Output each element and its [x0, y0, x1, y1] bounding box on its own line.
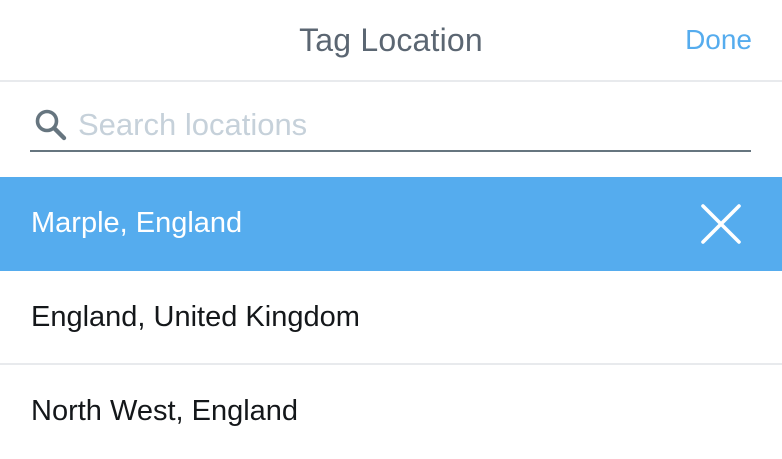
done-button[interactable]: Done: [685, 24, 752, 56]
location-label: England, United Kingdom: [31, 301, 360, 333]
location-label: North West, England: [31, 395, 299, 427]
search-bar: [30, 100, 751, 152]
search-icon: [34, 108, 68, 142]
close-icon[interactable]: [700, 203, 742, 245]
selected-location-label: Marple, England: [31, 207, 243, 239]
location-list-item[interactable]: England, United Kingdom: [0, 271, 782, 365]
top-bar: Tag Location Done: [0, 0, 782, 82]
search-input[interactable]: [78, 104, 738, 146]
location-list-item[interactable]: North West, England: [0, 365, 782, 459]
location-list: Marple, England England, United Kingdom …: [0, 177, 782, 459]
page-title: Tag Location: [299, 22, 483, 58]
selected-location-row[interactable]: Marple, England: [0, 177, 782, 271]
